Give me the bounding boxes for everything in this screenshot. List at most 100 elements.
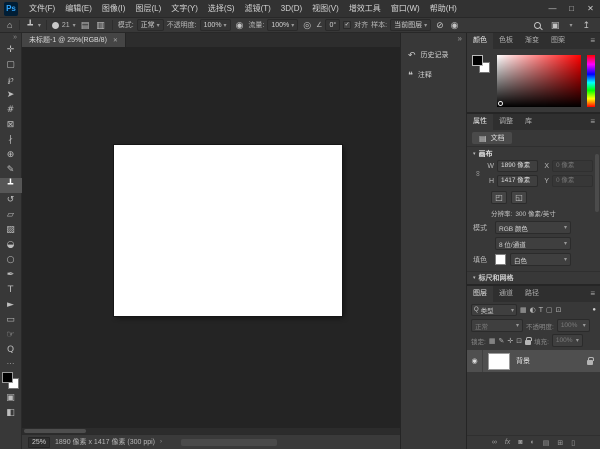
- tool-preset-icon[interactable]: ┻: [25, 19, 34, 32]
- angle-input[interactable]: 0°: [325, 19, 340, 31]
- filter-toggle-icon[interactable]: ●: [592, 307, 596, 313]
- maximize-button[interactable]: □: [562, 0, 581, 18]
- chevron-down-icon[interactable]: ▾: [38, 22, 41, 29]
- tab-paths[interactable]: 路径: [519, 286, 545, 302]
- menu-view[interactable]: 视图(V): [307, 0, 344, 18]
- collapse-toolbar-icon[interactable]: »: [13, 33, 21, 43]
- layer-thumbnail[interactable]: [489, 354, 509, 369]
- history-panel-button[interactable]: ↶ 历史记录: [401, 45, 466, 65]
- pressure-size-icon[interactable]: ◉: [449, 19, 461, 32]
- tool-rectangular-marquee[interactable]: ▢: [0, 58, 22, 73]
- tool-object-selection[interactable]: ➤: [0, 88, 22, 103]
- horizontal-scrollbar[interactable]: [22, 428, 400, 434]
- chevron-down-icon[interactable]: ▾: [73, 22, 76, 29]
- height-input[interactable]: 1417 像素: [497, 175, 538, 187]
- background-lock-icon[interactable]: [587, 360, 593, 365]
- menu-select[interactable]: 选择(S): [203, 0, 240, 18]
- tool-brush[interactable]: ✎: [0, 163, 22, 178]
- add-mask-icon[interactable]: ◙: [518, 439, 522, 446]
- tab-gradients[interactable]: 渐变: [519, 33, 545, 49]
- filter-adjustment-layers-icon[interactable]: ◐: [530, 306, 536, 314]
- canvas[interactable]: [22, 47, 400, 428]
- scrollbar-thumb[interactable]: [24, 429, 86, 433]
- lock-artboard-icon[interactable]: ⊡: [516, 337, 522, 345]
- tool-frame[interactable]: ⊠: [0, 118, 22, 133]
- crop-canvas-button[interactable]: ◰: [491, 191, 507, 204]
- filter-type-layers-icon[interactable]: T: [539, 306, 543, 314]
- collapse-panel-icon[interactable]: »: [401, 33, 466, 45]
- link-layers-icon[interactable]: ∞: [492, 439, 497, 446]
- saturation-brightness-field[interactable]: [497, 55, 581, 107]
- ignore-adjustment-layers-icon[interactable]: ⊘: [434, 19, 446, 32]
- foreground-color-swatch[interactable]: [472, 55, 483, 66]
- layer-fill-select[interactable]: 100% ▾: [552, 334, 583, 347]
- chevron-right-icon[interactable]: ›: [160, 439, 162, 445]
- notes-panel-button[interactable]: ❝ 注释: [401, 65, 466, 85]
- foreground-color-swatch[interactable]: [2, 372, 13, 383]
- delete-layer-icon[interactable]: ▯: [571, 439, 575, 447]
- opacity-select[interactable]: 100% ▾: [200, 19, 231, 31]
- new-layer-icon[interactable]: ⊞: [557, 439, 563, 447]
- menu-window[interactable]: 窗口(W): [386, 0, 425, 18]
- menu-edit[interactable]: 编辑(E): [60, 0, 97, 18]
- filter-shape-layers-icon[interactable]: ▢: [546, 306, 553, 314]
- home-icon[interactable]: ⌂: [5, 19, 14, 32]
- tool-pen[interactable]: ✒: [0, 268, 22, 283]
- screen-mode-icon[interactable]: ◧: [0, 406, 22, 421]
- link-dimensions-icon[interactable]: ∞: [474, 169, 483, 179]
- tool-crop[interactable]: #: [0, 103, 22, 118]
- menu-3d[interactable]: 3D(D): [276, 0, 307, 18]
- brush-tip-icon[interactable]: [52, 22, 59, 29]
- tool-hand[interactable]: ☞: [0, 328, 22, 343]
- trim-canvas-button[interactable]: ◱: [511, 191, 527, 204]
- airbrush-icon[interactable]: ◎: [301, 19, 313, 32]
- filter-pixel-layers-icon[interactable]: ▦: [520, 306, 527, 314]
- document-chip[interactable]: ▤ 文档: [472, 132, 512, 144]
- rulers-grids-section-header[interactable]: ▾ 标尺和网格: [467, 271, 600, 284]
- color-mode-select[interactable]: RGB 颜色 ▾: [495, 221, 571, 234]
- tool-type[interactable]: T: [0, 283, 22, 298]
- filter-type-select[interactable]: Q 类型 ▾: [471, 304, 517, 316]
- tool-clone-stamp[interactable]: ┻: [0, 178, 22, 193]
- layer-blend-mode-select[interactable]: 正常 ▾: [471, 319, 523, 332]
- document-tab[interactable]: 未标题-1 @ 25%(RGB/8) ✕: [22, 33, 126, 47]
- chevron-down-icon[interactable]: ▾: [569, 22, 572, 29]
- adjustment-layer-icon[interactable]: ◐: [531, 439, 535, 446]
- clone-source-panel-icon[interactable]: ▥: [94, 19, 107, 32]
- aligned-checkbox[interactable]: ✓: [343, 21, 351, 29]
- pressure-opacity-icon[interactable]: ◉: [234, 19, 246, 32]
- lock-all-icon[interactable]: [525, 340, 531, 345]
- tool-eyedropper[interactable]: ∤: [0, 133, 22, 148]
- tab-properties[interactable]: 属性: [467, 114, 493, 130]
- blend-mode-select[interactable]: 正常 ▾: [137, 19, 164, 31]
- panel-menu-icon[interactable]: ≡: [590, 286, 600, 302]
- panel-menu-icon[interactable]: ≡: [590, 114, 600, 130]
- menu-plugins[interactable]: 增效工具: [344, 0, 386, 18]
- tab-patterns[interactable]: 图案: [545, 33, 571, 49]
- tool-dodge[interactable]: ○: [0, 253, 22, 268]
- new-group-icon[interactable]: ▤: [543, 439, 550, 447]
- tab-libraries[interactable]: 库: [519, 114, 538, 130]
- hue-slider[interactable]: [587, 55, 595, 107]
- tab-adjustments[interactable]: 调整: [493, 114, 519, 130]
- menu-type[interactable]: 文字(Y): [166, 0, 203, 18]
- width-input[interactable]: 1890 像素: [497, 160, 538, 172]
- bit-depth-select[interactable]: 8 位/通道 ▾: [495, 237, 571, 250]
- tool-history-brush[interactable]: ↺: [0, 193, 22, 208]
- edit-toolbar-icon[interactable]: ⋯: [7, 358, 15, 369]
- color-picker-marker[interactable]: [498, 101, 503, 106]
- tab-channels[interactable]: 通道: [493, 286, 519, 302]
- panel-scrollbar[interactable]: [595, 154, 599, 212]
- fill-color-swatch[interactable]: [495, 254, 506, 265]
- canvas-fill-select[interactable]: 白色 ▾: [510, 253, 571, 266]
- layer-style-icon[interactable]: fx: [505, 439, 510, 446]
- menu-filter[interactable]: 滤镜(T): [240, 0, 276, 18]
- canvas-section-header[interactable]: ▾ 画布: [467, 147, 600, 160]
- tool-gradient[interactable]: ▨: [0, 223, 22, 238]
- close-button[interactable]: ✕: [581, 0, 600, 18]
- menu-layer[interactable]: 图层(L): [130, 0, 166, 18]
- workspace-switcher-icon[interactable]: ▣: [549, 19, 562, 32]
- brush-settings-panel-icon[interactable]: ▤: [79, 19, 92, 32]
- lock-paint-icon[interactable]: ✎: [498, 337, 504, 345]
- layer-opacity-select[interactable]: 100% ▾: [557, 319, 590, 332]
